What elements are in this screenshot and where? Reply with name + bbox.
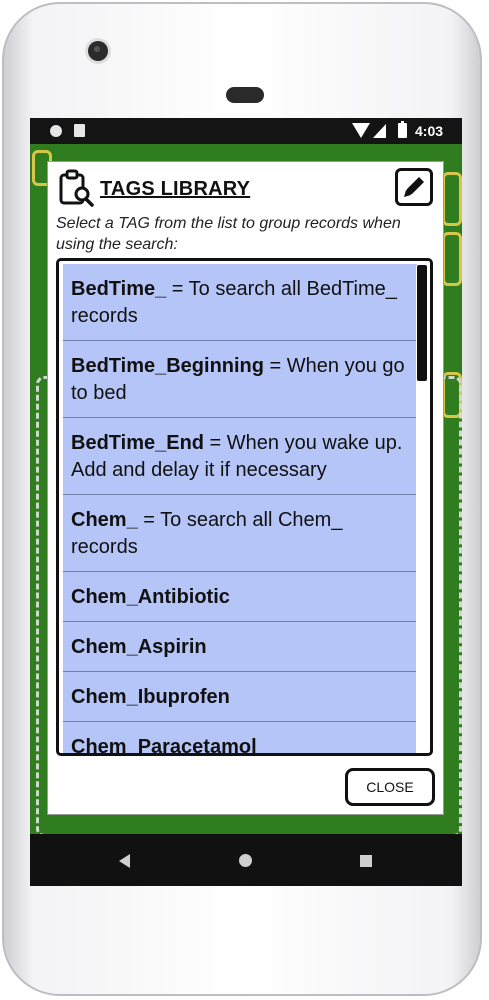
edit-button[interactable] [395,168,433,206]
recents-icon[interactable] [360,855,372,867]
tag-name: BedTime_Beginning [71,355,264,377]
status-time: 4:03 [415,123,444,139]
battery-icon [398,121,407,138]
signal-icon [373,124,386,138]
tag-list-item[interactable]: Chem_Ibuprofen [63,672,417,722]
tags-list-items: BedTime_ = To search all BedTime_ record… [63,264,417,756]
tag-name: Chem_Ibuprofen [71,686,230,708]
dialog-subtitle: Select a TAG from the list to group reco… [56,215,401,253]
pencil-icon [404,177,424,197]
dialog-title: TAGS LIBRARY [100,178,251,200]
tag-list-item[interactable]: Chem_Aspirin [63,622,417,672]
tag-list-item[interactable]: BedTime_ = To search all BedTime_ record… [63,264,417,341]
earpiece-speaker [226,87,264,103]
wifi-icon [352,123,370,138]
home-icon[interactable] [239,854,252,867]
status-bar: 4:03 [30,118,462,144]
close-button[interactable]: CLOSE [345,768,435,806]
tag-name: BedTime_End [71,432,204,454]
notification-dot-icon [50,125,62,137]
tag-name: Chem_Antibiotic [71,586,230,608]
tags-list: BedTime_ = To search all BedTime_ record… [56,258,433,756]
sd-card-icon [74,124,85,137]
tag-name: BedTime_ [71,278,167,300]
tag-list-item[interactable]: Chem_Paracetamol [63,722,417,756]
tags-library-dialog: TAGS LIBRARY Select a TAG from the list … [48,162,443,814]
tag-name: Chem_Paracetamol [71,736,257,756]
screen: 4:03 TAGS LIBRARY Select a TAG from the … [30,118,462,886]
front-camera [88,41,108,61]
android-nav-bar [30,834,462,886]
clipboard-search-icon [59,169,94,207]
tag-name: Chem_Aspirin [71,636,207,658]
tag-list-item[interactable]: Chem_ = To search all Chem_ records [63,495,417,572]
phone-frame: 4:03 TAGS LIBRARY Select a TAG from the … [2,2,482,996]
back-icon[interactable] [119,854,130,868]
background-widget [442,172,462,226]
tag-list-item[interactable]: BedTime_Beginning = When you go to bed [63,341,417,418]
tag-list-item[interactable]: Chem_Antibiotic [63,572,417,622]
tag-list-item[interactable]: BedTime_End = When you wake up. Add and … [63,418,417,495]
scrollbar-thumb[interactable] [417,265,427,381]
background-widget [442,232,462,286]
tag-name: Chem_ [71,509,138,531]
